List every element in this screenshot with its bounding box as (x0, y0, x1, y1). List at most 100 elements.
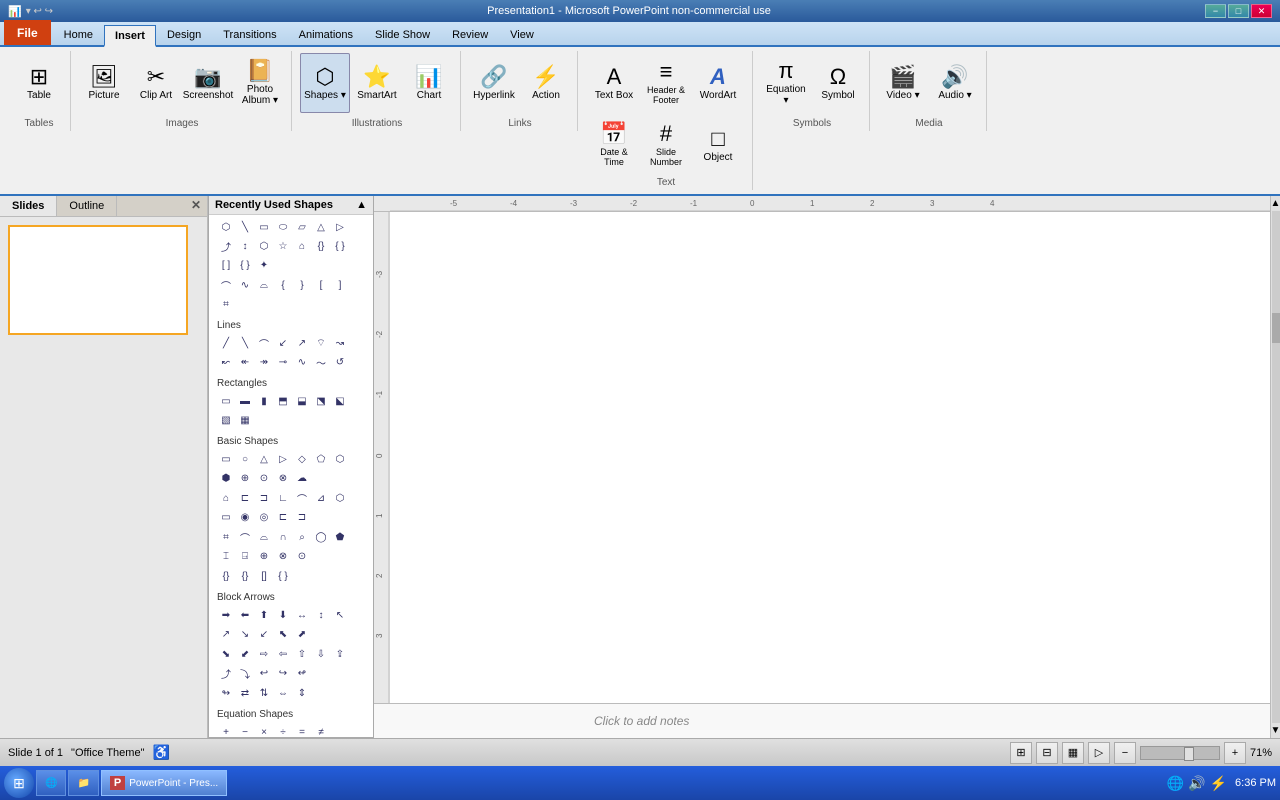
insert-symbol-button[interactable]: Ω Symbol (813, 53, 863, 113)
tab-insert[interactable]: Insert (104, 25, 156, 47)
insert-picture-button[interactable]: 🖼 Picture (79, 53, 129, 113)
shape-item[interactable]: ↔ (293, 606, 311, 624)
normal-view-button[interactable]: ⊞ (1010, 742, 1032, 764)
shape-item[interactable]: ▮ (255, 392, 273, 410)
shape-item[interactable]: ⬭ (274, 218, 292, 236)
insert-slidenumber-button[interactable]: # Slide Number (641, 115, 691, 175)
shape-item[interactable]: ↠ (255, 353, 273, 371)
shape-item[interactable]: ⬈ (293, 625, 311, 643)
shape-item[interactable]: ⌗ (217, 295, 235, 313)
shape-item[interactable]: ⤴ (217, 664, 235, 682)
vertical-scrollbar[interactable]: ▲ ▼ (1270, 196, 1280, 738)
shape-item[interactable]: ▧ (217, 411, 235, 429)
shape-item[interactable]: 〜 (312, 353, 330, 371)
shape-item[interactable]: ▷ (274, 450, 292, 468)
shape-item[interactable]: ⬋ (236, 645, 254, 663)
shape-item[interactable]: ○ (236, 450, 254, 468)
shape-item[interactable]: ⊕ (236, 469, 254, 487)
shape-item[interactable]: ↙ (274, 334, 292, 352)
shape-item[interactable]: ⬊ (217, 645, 235, 663)
shape-item[interactable]: ] (331, 276, 349, 294)
shape-item[interactable]: ⬠ (312, 450, 330, 468)
shape-item[interactable]: ↕ (312, 606, 330, 624)
shape-item[interactable]: ⇕ (293, 684, 311, 702)
shape-item[interactable]: ⇩ (312, 645, 330, 663)
shape-item[interactable]: ☆ (274, 237, 292, 255)
shape-item[interactable]: ⊿ (312, 489, 330, 507)
shape-item[interactable]: ▭ (217, 508, 235, 526)
shape-item[interactable]: ↗ (217, 625, 235, 643)
scroll-up-icon[interactable]: ▲ (356, 199, 367, 211)
tab-home[interactable]: Home (53, 23, 104, 45)
shape-item[interactable]: ⬔ (312, 392, 330, 410)
shape-item[interactable]: ⊗ (274, 547, 292, 565)
shape-item[interactable]: ⬢ (217, 469, 235, 487)
close-panel-button[interactable]: ✕ (185, 196, 207, 216)
shape-item[interactable]: { } (274, 567, 292, 585)
tab-file[interactable]: File (4, 20, 51, 45)
shape-item[interactable]: ↗ (293, 334, 311, 352)
shape-item[interactable]: ⬡ (331, 450, 349, 468)
shape-item[interactable]: × (255, 723, 273, 738)
shape-item[interactable]: ⬟ (331, 528, 349, 546)
shape-item[interactable]: ▭ (255, 218, 273, 236)
insert-equation-button[interactable]: π Equation ▾ (761, 53, 811, 113)
zoom-in-button[interactable]: + (1224, 742, 1246, 764)
shape-item[interactable]: {} (236, 567, 254, 585)
shape-item[interactable]: ⤴ (217, 237, 235, 255)
shape-item[interactable]: ╲ (236, 218, 254, 236)
shape-item[interactable]: ↬ (217, 684, 235, 702)
tab-transitions[interactable]: Transitions (212, 23, 287, 45)
shape-item[interactable]: ⊐ (293, 508, 311, 526)
shape-item[interactable]: ◎ (255, 508, 273, 526)
shape-item[interactable]: ∿ (236, 276, 254, 294)
shape-item[interactable]: [ (312, 276, 330, 294)
scroll-down-button[interactable]: ▼ (1271, 725, 1280, 736)
shape-item[interactable]: ⬅ (236, 606, 254, 624)
shape-item[interactable]: ⌕ (293, 528, 311, 546)
shape-item[interactable]: [ ] (217, 256, 235, 274)
shape-item[interactable]: ⊙ (293, 547, 311, 565)
shape-item[interactable]: ⬡ (255, 237, 273, 255)
scroll-up-button[interactable]: ▲ (1271, 198, 1280, 209)
insert-audio-button[interactable]: 🔊 Audio ▾ (930, 53, 980, 113)
shape-item[interactable]: ⊙ (255, 469, 273, 487)
shape-item[interactable]: ∿ (293, 353, 311, 371)
insert-object-button[interactable]: □ Object (693, 115, 743, 175)
tab-design[interactable]: Design (156, 23, 212, 45)
tab-outline[interactable]: Outline (57, 196, 117, 216)
shape-item[interactable]: ⌒ (217, 276, 235, 294)
accessibility-icon[interactable]: ♿ (152, 744, 169, 761)
shape-item[interactable]: {} (217, 567, 235, 585)
shape-item[interactable]: ⬆ (255, 606, 273, 624)
shape-item[interactable]: {} (312, 237, 330, 255)
shape-item[interactable]: ⇦ (274, 645, 292, 663)
shape-item[interactable]: △ (255, 450, 273, 468)
shape-item[interactable]: ◉ (236, 508, 254, 526)
shape-item[interactable]: ⌶ (217, 547, 235, 565)
shape-item[interactable]: ⊕ (255, 547, 273, 565)
insert-action-button[interactable]: ⚡ Action (521, 53, 571, 113)
shape-item[interactable]: ⬡ (217, 218, 235, 236)
shape-item[interactable]: { (274, 276, 292, 294)
shape-item[interactable]: ⬉ (274, 625, 292, 643)
shape-item[interactable]: ≠ (312, 723, 330, 738)
zoom-slider[interactable] (1140, 746, 1220, 760)
shape-item[interactable]: ⌒ (293, 489, 311, 507)
scroll-thumb[interactable] (1272, 313, 1280, 343)
shape-item[interactable]: ▭ (217, 450, 235, 468)
start-button[interactable]: ⊞ (4, 768, 34, 798)
shape-item[interactable]: ↩ (255, 664, 273, 682)
shape-item[interactable]: ╲ (236, 334, 254, 352)
insert-date-button[interactable]: 📅 Date & Time (589, 115, 639, 175)
insert-textbox-button[interactable]: A Text Box (589, 53, 639, 113)
shape-item[interactable]: ▷ (331, 218, 349, 236)
shape-item[interactable]: ▬ (236, 392, 254, 410)
zoom-thumb[interactable] (1184, 747, 1194, 761)
shape-item[interactable]: ↜ (217, 353, 235, 371)
shape-item[interactable]: ↖ (331, 606, 349, 624)
shape-item[interactable]: ↺ (331, 353, 349, 371)
shape-item[interactable]: ⇔ (274, 684, 292, 702)
shape-item[interactable]: △ (312, 218, 330, 236)
insert-wordart-button[interactable]: A WordArt (693, 53, 743, 113)
